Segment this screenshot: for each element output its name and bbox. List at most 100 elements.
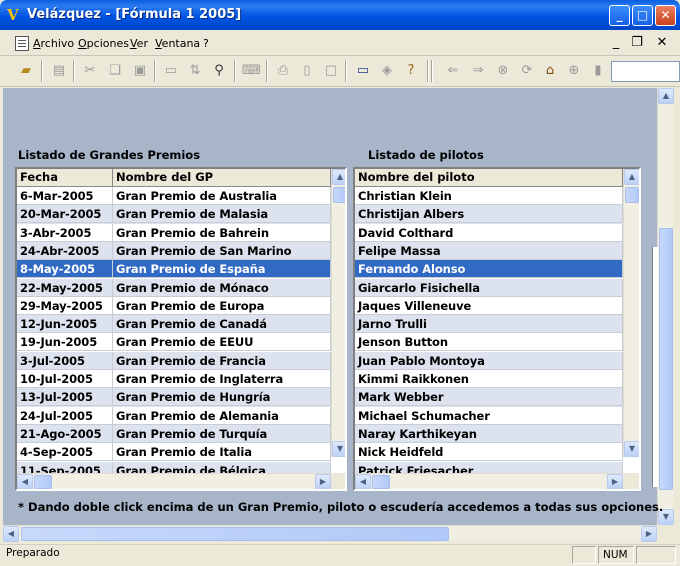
table-row[interactable]: 12-Jun-2005 Gran Premio de Canadá: [17, 315, 331, 334]
scroll-thumb[interactable]: [333, 187, 345, 203]
table-row[interactable]: David Colthard: [355, 223, 623, 242]
menu-opciones[interactable]: Opciones: [78, 37, 129, 50]
menu-help[interactable]: ?: [203, 37, 209, 50]
table-row[interactable]: 6-Mar-2005 Gran Premio de Australia: [17, 187, 331, 206]
scroll-right-icon[interactable]: ▶: [641, 526, 657, 542]
close-icon[interactable]: ✕: [655, 5, 676, 26]
scroll-thumb[interactable]: [34, 475, 52, 489]
scroll-thumb[interactable]: [21, 527, 449, 541]
mdi-minimize-icon[interactable]: _: [606, 34, 626, 52]
table-row[interactable]: Jarno Trulli: [355, 315, 623, 334]
back-arrow-icon[interactable]: ⇐: [444, 62, 462, 80]
column-header[interactable]: Nombre del GP: [113, 169, 331, 187]
print-icon[interactable]: ⎙: [274, 62, 292, 80]
main-vertical-scrollbar[interactable]: ▲ ▼: [657, 88, 674, 525]
table-row[interactable]: 19-Jun-2005 Gran Premio de EEUU: [17, 333, 331, 352]
page-icon[interactable]: □: [322, 62, 340, 80]
table-row[interactable]: Jaques Villeneuve: [355, 296, 623, 316]
scroll-right-icon[interactable]: ▶: [607, 474, 623, 489]
table-row[interactable]: 4-Sep-2005 Gran Premio de Italia: [17, 443, 331, 462]
paste-icon[interactable]: ▣: [131, 62, 149, 80]
web-icon[interactable]: ⊕: [565, 62, 583, 80]
table-row[interactable]: Michael Schumacher: [355, 406, 623, 425]
menu-archivo[interactable]: Archivo: [33, 37, 74, 50]
stop-icon[interactable]: ⊗: [494, 62, 512, 80]
table-row[interactable]: 21-Ago-2005 Gran Premio de Turquía: [17, 424, 331, 444]
eraser-icon[interactable]: ◈: [378, 62, 396, 80]
table-row[interactable]: Kimmi Raikkonen: [355, 370, 623, 389]
table-row[interactable]: Mark Webber: [355, 388, 623, 407]
table-row[interactable]: Naray Karthikeyan: [355, 424, 623, 444]
table-row[interactable]: 24-Jul-2005 Gran Premio de Alemania: [17, 406, 331, 425]
table-row[interactable]: 3-Jul-2005 Gran Premio de Francia: [17, 351, 331, 370]
table-row-selected[interactable]: Fernando Alonso: [355, 260, 623, 279]
monitor-icon[interactable]: ▭: [354, 62, 372, 80]
print-setup-icon[interactable]: ⌨: [242, 62, 261, 80]
table-cell: Gran Premio de Europa: [113, 296, 331, 315]
table-row[interactable]: Christijan Albers: [355, 205, 623, 224]
scroll-down-icon[interactable]: ▼: [332, 441, 345, 457]
refresh-icon[interactable]: ⟳: [518, 62, 536, 80]
toolbar-separator: [73, 60, 75, 82]
gp-horizontal-scrollbar[interactable]: ◀ ▶: [17, 473, 331, 489]
table-row[interactable]: 3-Abr-2005 Gran Premio de Bahrein: [17, 223, 331, 242]
scroll-down-icon[interactable]: ▼: [624, 441, 639, 457]
table-row[interactable]: Juan Pablo Montoya: [355, 351, 623, 370]
open-folder-icon[interactable]: ▰: [17, 62, 35, 80]
scroll-left-icon[interactable]: ◀: [17, 474, 33, 489]
menu-ventana[interactable]: Ventana: [155, 37, 200, 50]
scroll-left-icon[interactable]: ◀: [355, 474, 371, 489]
scroll-up-icon[interactable]: ▲: [332, 169, 345, 185]
table-row[interactable]: 24-Abr-2005 Gran Premio de San Marino: [17, 241, 331, 261]
toolbar-separator: [427, 60, 429, 82]
table-row-selected[interactable]: 8-May-2005 Gran Premio de España: [17, 260, 331, 279]
forward-arrow-icon[interactable]: ⇒: [469, 62, 487, 80]
column-header[interactable]: Nombre del piloto: [355, 169, 623, 187]
main-horizontal-scrollbar[interactable]: ◀ ▶: [3, 525, 657, 542]
gp-table[interactable]: Fecha Nombre del GP 6-Mar-2005 Gran Premio …: [15, 167, 347, 491]
pilot-table[interactable]: Nombre del piloto Christian Klein Christij…: [353, 167, 641, 491]
scroll-up-icon[interactable]: ▲: [624, 169, 639, 185]
bookmark-icon[interactable]: ▮: [589, 62, 607, 80]
table-row[interactable]: 13-Jul-2005 Gran Premio de Hungría: [17, 388, 331, 407]
scroll-thumb[interactable]: [625, 187, 639, 203]
table-row[interactable]: 10-Jul-2005 Gran Premio de Inglaterra: [17, 370, 331, 389]
menu-ver[interactable]: Ver: [130, 37, 148, 50]
copy-icon[interactable]: ❏: [106, 62, 124, 80]
scroll-up-icon[interactable]: ▲: [658, 88, 674, 104]
mdi-close-icon[interactable]: ✕: [652, 34, 672, 52]
minimize-icon[interactable]: _: [609, 5, 630, 26]
pilot-horizontal-scrollbar[interactable]: ◀ ▶: [355, 473, 623, 489]
table-row[interactable]: Giarcarlo Fisichella: [355, 278, 623, 297]
table-row[interactable]: Felipe Massa: [355, 241, 623, 261]
print-preview-icon[interactable]: ▯: [298, 62, 316, 80]
velazquez-logo-icon[interactable]: V: [7, 7, 23, 23]
mdi-restore-icon[interactable]: ❐: [627, 34, 647, 52]
maximize-icon[interactable]: □: [632, 5, 653, 26]
table-row[interactable]: Jenson Button: [355, 333, 623, 352]
scroll-thumb[interactable]: [372, 475, 390, 489]
cut-icon[interactable]: ✂: [81, 62, 99, 80]
escuderias-list-partial[interactable]: [652, 247, 658, 487]
table-row[interactable]: 22-May-2005 Gran Premio de Mónaco: [17, 278, 331, 297]
toolbar-address-input[interactable]: [611, 61, 680, 82]
table-cell: Giarcarlo Fisichella: [355, 278, 623, 297]
table-row[interactable]: 20-Mar-2005 Gran Premio de Malasia: [17, 205, 331, 224]
column-header[interactable]: Fecha: [17, 169, 113, 187]
table-row[interactable]: Nick Heidfeld: [355, 443, 623, 462]
table-cell: 6-Mar-2005: [17, 187, 113, 205]
scroll-thumb[interactable]: [659, 228, 673, 490]
search-icon[interactable]: ⚲: [210, 62, 228, 80]
window-icon[interactable]: ▭: [162, 62, 180, 80]
pilot-vertical-scrollbar[interactable]: ▲ ▼: [623, 169, 639, 457]
sort-icon[interactable]: ⇅: [186, 62, 204, 80]
table-row[interactable]: Christian Klein: [355, 187, 623, 206]
properties-icon[interactable]: ▤: [50, 62, 68, 80]
document-icon[interactable]: [15, 36, 29, 51]
scroll-left-icon[interactable]: ◀: [3, 526, 19, 542]
table-row[interactable]: 29-May-2005 Gran Premio de Europa: [17, 296, 331, 316]
scroll-right-icon[interactable]: ▶: [315, 474, 331, 489]
home-icon[interactable]: ⌂: [541, 62, 559, 80]
help-icon[interactable]: ?: [402, 62, 420, 80]
gp-vertical-scrollbar[interactable]: ▲ ▼: [331, 169, 345, 457]
